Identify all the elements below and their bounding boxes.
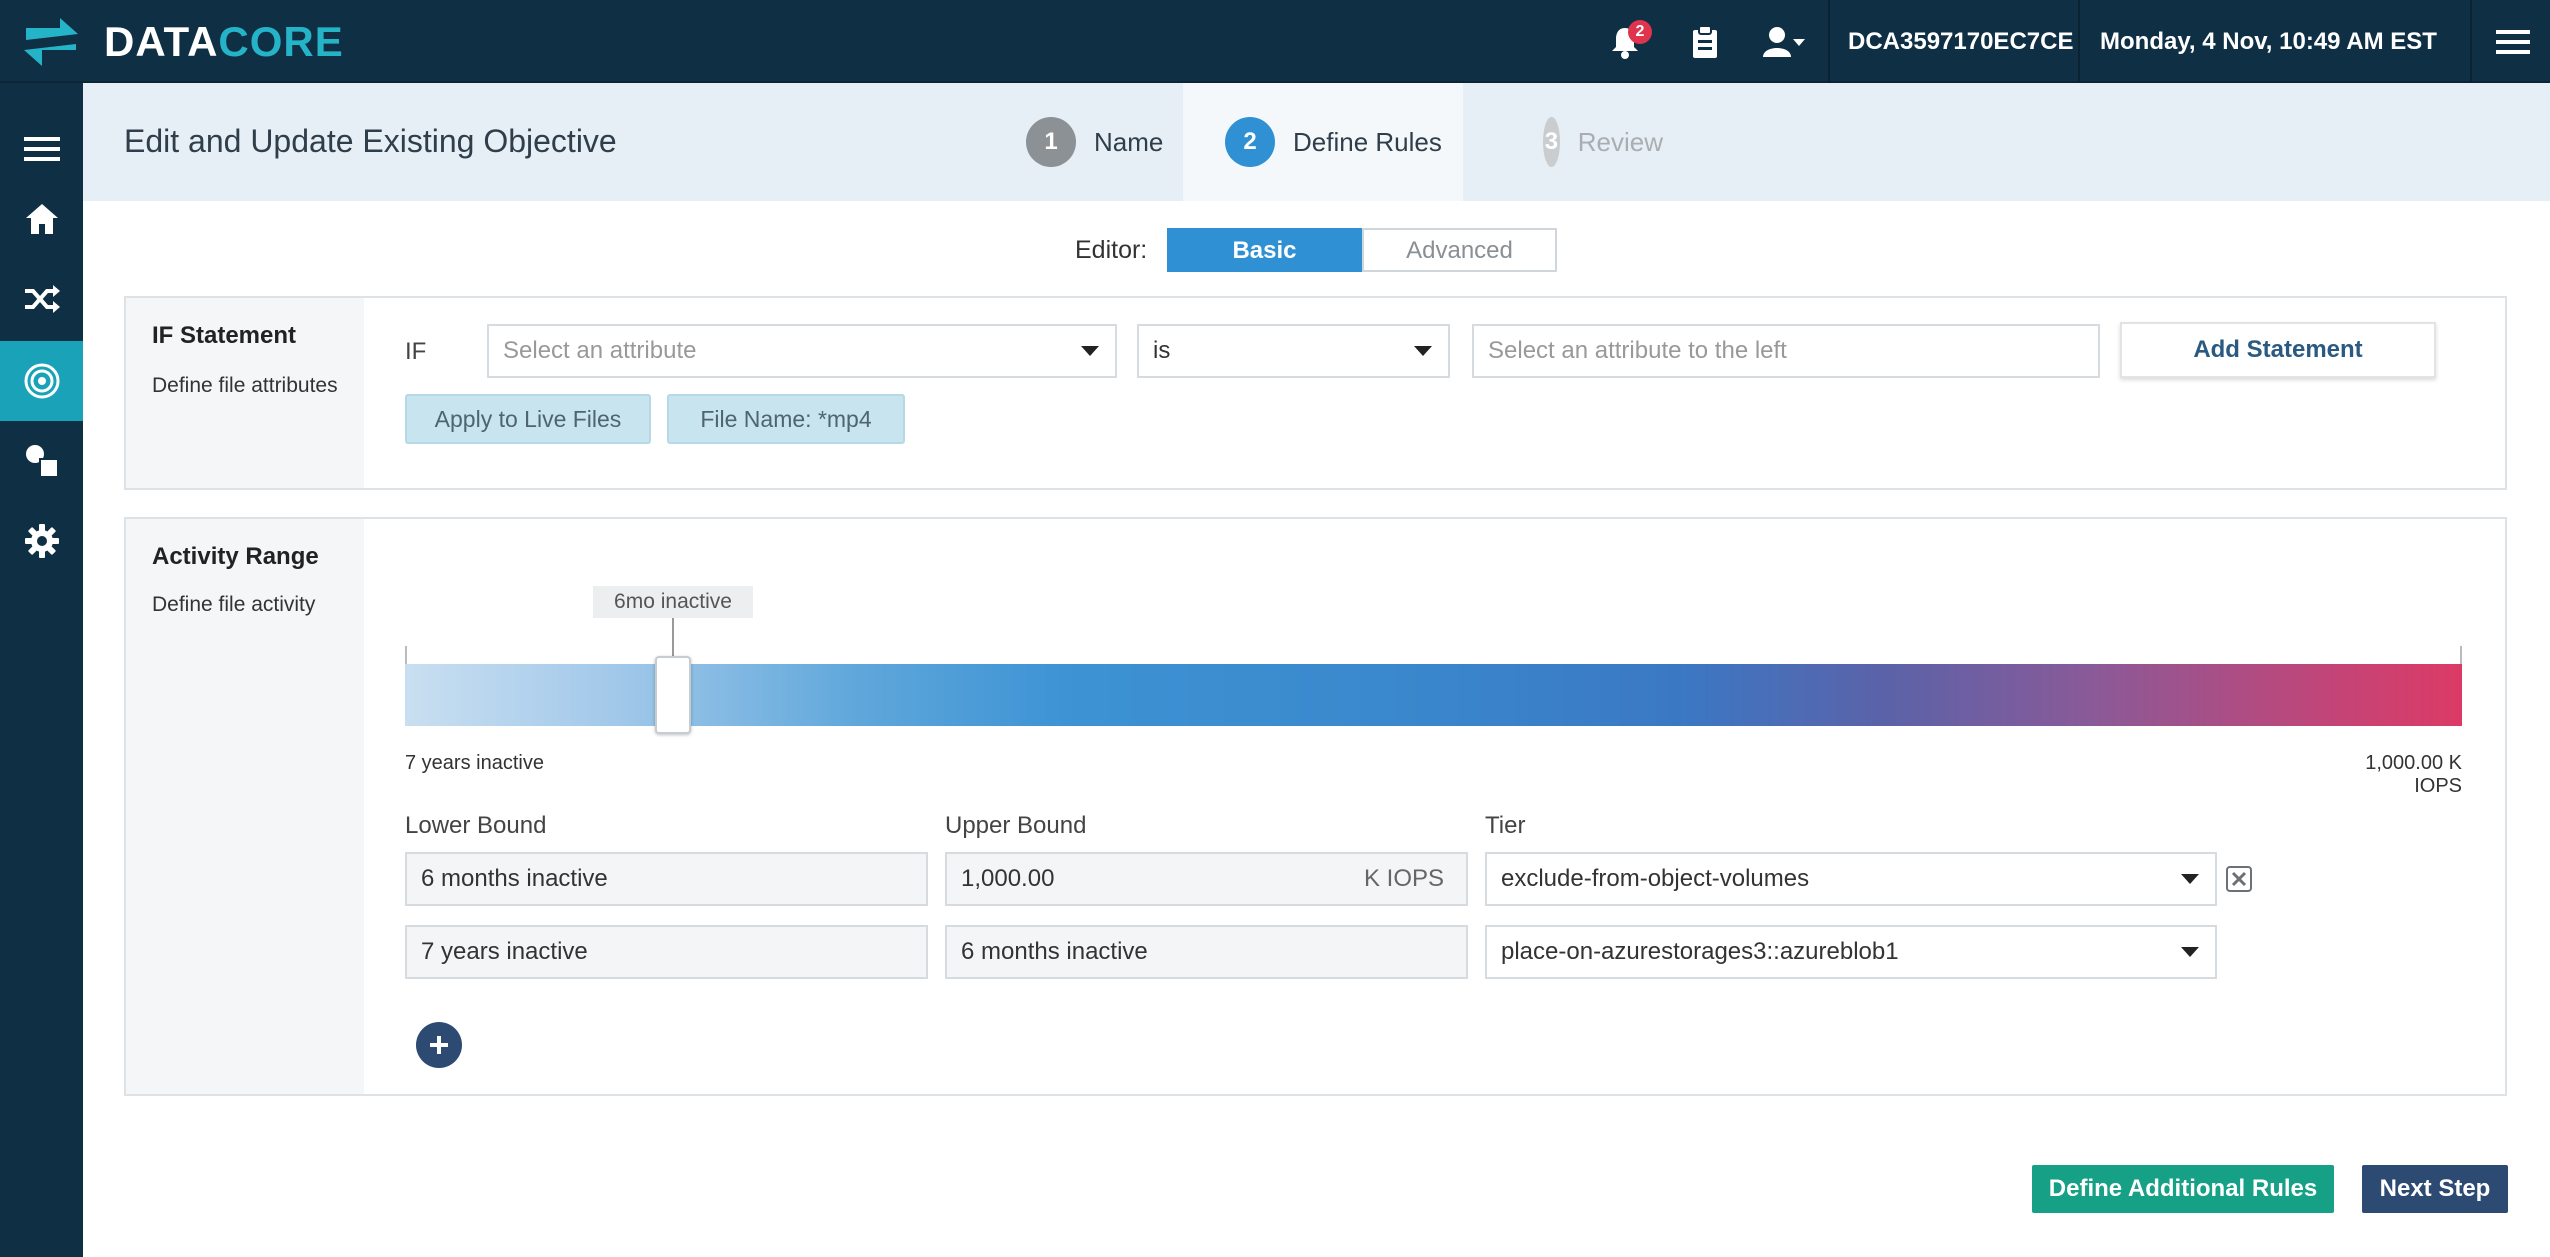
- panel-description: Define file activity: [152, 593, 316, 616]
- lower-bound-input[interactable]: 7 years inactive: [405, 925, 928, 979]
- add-range-row-button[interactable]: [416, 1022, 462, 1068]
- step-label: Name: [1094, 126, 1164, 157]
- tier-select-value: exclude-from-object-volumes: [1501, 865, 1810, 892]
- editor-advanced-toggle[interactable]: Advanced: [1362, 228, 1557, 272]
- upper-bound-value: 6 months inactive: [961, 938, 1148, 965]
- activity-range-slider-track[interactable]: [405, 664, 2462, 726]
- range-max-label: 1,000.00 K IOPS: [2365, 752, 2462, 797]
- top-bar: DATACORE 2 DCA3597170EC7CE Monday, 4 Nov…: [0, 0, 2550, 83]
- separator: [2470, 0, 2472, 83]
- panel-title: IF Statement: [152, 322, 297, 349]
- chevron-down-icon: [2181, 874, 2199, 884]
- clipboard-button[interactable]: [1670, 0, 1740, 83]
- notifications-button[interactable]: 2: [1590, 0, 1660, 83]
- nav-resources[interactable]: [0, 421, 83, 501]
- tier-select[interactable]: place-on-azurestorages3::azureblob1: [1485, 925, 2217, 979]
- nav-shuffle[interactable]: [0, 259, 83, 339]
- tier-select-value: place-on-azurestorages3::azureblob1: [1501, 938, 1899, 965]
- chevron-down-icon: [1414, 346, 1432, 356]
- attribute-select[interactable]: Select an attribute: [487, 324, 1117, 378]
- panel-sidebar: Activity Range Define file activity: [126, 519, 364, 1094]
- gear-icon: [24, 524, 59, 558]
- step-number: 3: [1543, 117, 1560, 167]
- clipboard-icon: [1693, 24, 1717, 58]
- current-datetime: Monday, 4 Nov, 10:49 AM EST: [2100, 27, 2437, 55]
- host-id: DCA3597170EC7CE: [1848, 27, 2074, 55]
- step-label: Review: [1577, 126, 1663, 157]
- operator-select-value: is: [1153, 337, 1171, 364]
- chevron-down-icon: [1081, 346, 1099, 356]
- range-min-label: 7 years inactive: [405, 752, 544, 774]
- upper-bound-header: Upper Bound: [945, 812, 1087, 839]
- step-review[interactable]: 3 Review: [1463, 83, 1663, 201]
- left-nav: [0, 83, 83, 1257]
- hamburger-icon: [23, 137, 60, 161]
- hamburger-icon: [2495, 29, 2530, 54]
- home-icon: [25, 204, 58, 234]
- if-label: IF: [405, 338, 427, 365]
- panel-description: Define file attributes: [152, 374, 338, 397]
- shuffle-icon: [24, 285, 60, 313]
- range-min-tick: [405, 646, 407, 664]
- activity-range-slider-handle[interactable]: [655, 656, 691, 734]
- upper-bound-value: 1,000.00: [961, 865, 1055, 892]
- define-additional-rules-button[interactable]: Define Additional Rules: [2032, 1165, 2334, 1213]
- step-define-rules[interactable]: 2 Define Rules: [1183, 83, 1463, 201]
- nav-home[interactable]: [0, 179, 83, 259]
- panel-sidebar: IF Statement Define file attributes: [126, 298, 364, 488]
- tier-select[interactable]: exclude-from-object-volumes: [1485, 852, 2217, 906]
- delete-row-button[interactable]: [2226, 866, 2252, 892]
- target-icon: [24, 363, 59, 399]
- chevron-down-icon: [2181, 947, 2199, 957]
- shapes-icon: [25, 445, 59, 478]
- page-title: Edit and Update Existing Objective: [124, 123, 617, 159]
- chip-apply-live-files[interactable]: Apply to Live Files: [405, 394, 651, 444]
- upper-bound-input[interactable]: 6 months inactive: [945, 925, 1468, 979]
- separator: [2078, 0, 2080, 83]
- editor-basic-toggle[interactable]: Basic: [1167, 228, 1362, 272]
- plus-icon: [430, 1036, 448, 1054]
- attribute-select-placeholder: Select an attribute: [503, 337, 697, 364]
- attribute-value-input[interactable]: Select an attribute to the left: [1472, 324, 2100, 378]
- user-icon: [1763, 26, 1805, 57]
- close-icon: [2226, 866, 2252, 892]
- lower-bound-input[interactable]: 6 months inactive: [405, 852, 928, 906]
- logo[interactable]: DATACORE: [20, 10, 344, 74]
- operator-select[interactable]: is: [1137, 324, 1450, 378]
- range-max-tick: [2460, 646, 2462, 664]
- nav-objectives[interactable]: [0, 341, 83, 421]
- nav-toggle[interactable]: [0, 109, 83, 189]
- editor-label: Editor:: [1075, 236, 1148, 264]
- tier-header: Tier: [1485, 812, 1526, 839]
- main-menu-button[interactable]: [2475, 0, 2550, 83]
- notification-badge: 2: [1628, 20, 1652, 44]
- next-step-button[interactable]: Next Step: [2362, 1165, 2508, 1213]
- separator: [1828, 0, 1830, 83]
- add-statement-button[interactable]: Add Statement: [2120, 322, 2436, 378]
- step-number: 2: [1225, 117, 1275, 167]
- page-header: Edit and Update Existing Objective 1 Nam…: [83, 83, 2550, 201]
- step-number: 1: [1026, 117, 1076, 167]
- upper-bound-unit: K IOPS: [1363, 865, 1444, 892]
- nav-settings[interactable]: [0, 501, 83, 581]
- datacore-logo-icon: [20, 10, 82, 74]
- slider-tooltip-pointer: [672, 618, 674, 658]
- user-menu-button[interactable]: [1750, 0, 1820, 83]
- slider-tooltip: 6mo inactive: [593, 586, 753, 618]
- chip-file-name[interactable]: File Name: *mp4: [667, 394, 905, 444]
- lower-bound-header: Lower Bound: [405, 812, 547, 839]
- upper-bound-input[interactable]: 1,000.00 K IOPS: [945, 852, 1468, 906]
- step-label: Define Rules: [1293, 126, 1442, 157]
- panel-title: Activity Range: [152, 543, 319, 570]
- activity-range-panel: Activity Range Define file activity: [124, 517, 2507, 1096]
- brand-name: DATACORE: [104, 18, 344, 65]
